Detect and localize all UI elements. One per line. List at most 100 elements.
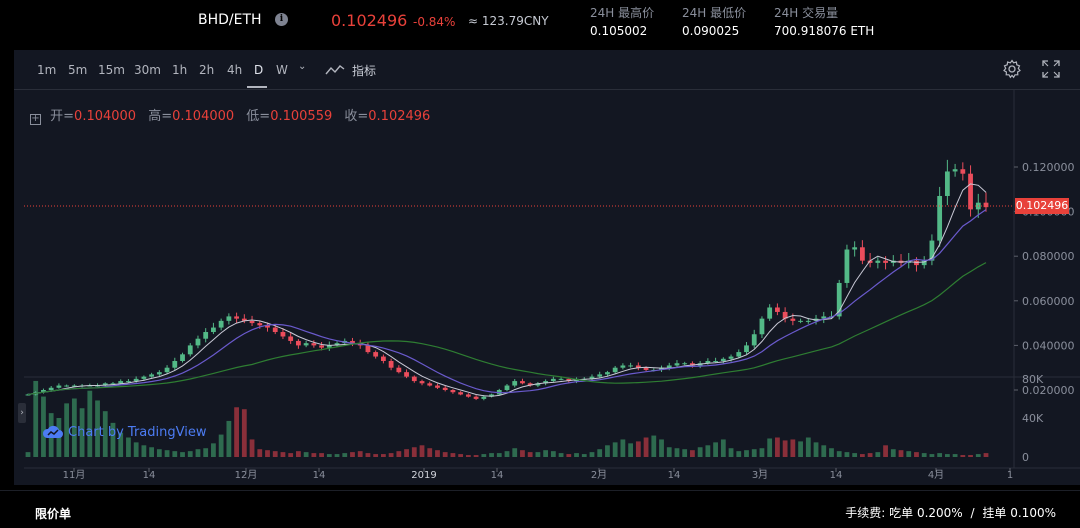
volume-bar [303,452,309,457]
time-tick-label: 14 [668,470,681,481]
chevron-right-icon[interactable]: › [18,403,26,423]
info-icon[interactable]: i [275,13,288,26]
volume-bar [481,454,487,457]
fullscreen-icon[interactable] [1042,60,1060,82]
candle-body [126,381,131,383]
indicators-icon[interactable] [325,62,345,81]
volume-bar [836,451,842,457]
volume-bar [512,448,518,457]
candle-body [558,378,564,380]
volume-bar [859,454,865,457]
moving-average-line [27,183,987,397]
chevron-down-icon[interactable]: ⌄ [298,61,306,72]
candle-body [288,336,294,341]
volume-bar [720,439,726,457]
volume-bar [25,452,31,457]
volume-bar [968,455,973,457]
time-tick-label: 14 [313,470,326,481]
order-type-tab[interactable]: 限价单 [35,505,71,522]
volume-bar [149,447,155,457]
volume-bar [411,447,417,457]
tradingview-watermark[interactable]: Chart by TradingView [42,425,206,440]
candle-body [751,334,757,346]
volume-bar [852,453,858,457]
volume-bar [126,437,131,457]
timeframe-d[interactable]: D [254,63,263,77]
timeframe-15m[interactable]: 15m [98,63,125,77]
volume-bar [357,451,363,457]
volume-bar [759,448,765,457]
volume-bar [265,450,270,457]
volume-bar [829,448,834,457]
volume-bar [782,440,788,457]
candle-body [720,358,726,362]
candle-body [682,363,688,365]
candle-body [257,323,263,326]
ohlc-open-label: 开= [50,109,75,124]
ohlc-high-value: 0.104000 [172,109,235,124]
timeframe-5m[interactable]: 5m [68,63,87,77]
collapse-legend-icon[interactable]: + [30,114,41,125]
last-price: 0.102496 [331,11,408,30]
volume-bar [605,445,610,457]
volume-bar [520,450,525,457]
volume-bar [203,448,209,457]
candle-body [303,343,309,346]
pair-name[interactable]: BHD/ETH [198,12,262,28]
candle-body [180,354,185,362]
ticker-bar: BHD/ETH i 0.102496 -0.84% ≈ 123.79CNY 24… [0,0,1080,50]
volume-tick-label: 80K [1022,373,1044,386]
candle-body [319,345,324,348]
candle-body [380,356,386,362]
volume-bar [195,449,201,457]
volume-bar [396,451,402,457]
volume-bar [288,453,294,457]
candle-body [736,352,742,357]
volume-bar [334,454,340,457]
timeframe-w[interactable]: W [276,63,288,77]
candle-body [937,195,943,241]
candle-body [365,345,371,353]
timeframe-1h[interactable]: 1h [172,63,187,77]
stat-value: 700.918076 ETH [774,24,875,38]
candle-body [280,332,286,337]
stat-24h-low: 24H 最低价 0.090025 [682,5,746,40]
candle-body [465,394,471,397]
time-tick-label: 1 [1007,470,1013,481]
volume-bar [751,449,757,457]
order-bar: 限价单 手续费: 吃单 0.200% / 挂单 0.100% [0,490,1080,528]
volume-bar [690,450,695,457]
volume-bar [728,448,734,457]
volume-bar [427,448,433,457]
candle-body [211,327,216,333]
volume-bar [566,454,572,457]
volume-bar [319,453,324,457]
volume-bar [280,452,286,457]
volume-bar [628,443,634,457]
volume-bar [257,449,263,457]
volume-bar [419,445,425,457]
volume-bar [906,451,912,457]
timeframe-4h[interactable]: 4h [227,63,242,77]
candle-body [118,381,124,384]
volume-bar [311,453,317,457]
indicators-button[interactable]: 指标 [352,62,376,79]
gear-icon[interactable] [1002,59,1022,83]
moving-average-line [27,209,987,396]
ohlc-high-label: 高= [148,109,173,124]
timeframe-2h[interactable]: 2h [199,63,214,77]
volume-bar [87,390,93,457]
volume-bar [442,452,448,457]
price-tick-label: 0.040000 [1022,339,1075,352]
chart-panel[interactable]: 0.1200000.1000000.0800000.0600000.040000… [14,50,1080,485]
volume-bar [805,437,811,457]
candle-body [396,367,402,373]
taker-fee: 吃单 0.200% [889,506,963,520]
candle-body [473,396,479,399]
chart-toolbar: 1m 5m 15m 30m 1h 2h 4h D W ⌄ 指标 [14,50,1080,90]
timeframe-30m[interactable]: 30m [134,63,161,77]
timeframe-1m[interactable]: 1m [37,63,56,77]
volume-bar [875,452,881,457]
volume-bar [844,452,850,457]
volume-bar [952,454,958,457]
